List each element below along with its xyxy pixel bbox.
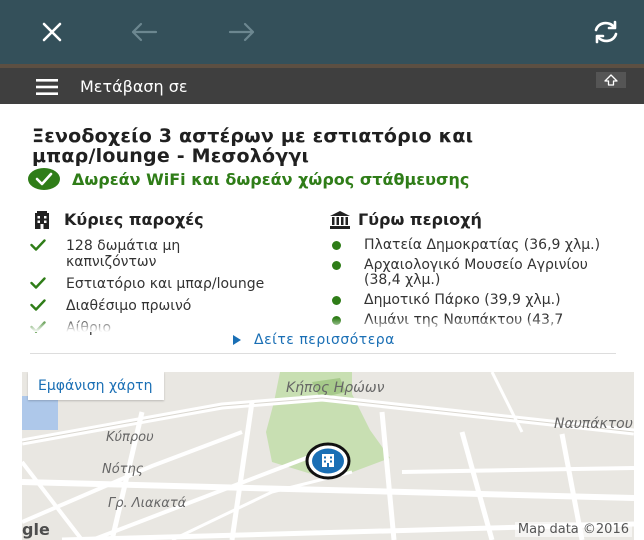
scroll-top-icon[interactable] xyxy=(596,72,626,88)
browser-toolbar xyxy=(0,0,644,64)
hotel-map-marker[interactable] xyxy=(305,442,351,480)
map-label-kipos: Κήπος Ηρώων xyxy=(286,380,385,396)
jump-to-bar[interactable]: Μετάβαση σε xyxy=(0,68,644,104)
poi-text: Αρχαιολογικό Μουσείο Αγρινίου (38,4 χλμ.… xyxy=(364,257,588,288)
hotel-building-icon xyxy=(35,210,49,229)
check-icon xyxy=(30,277,46,289)
show-map-button[interactable]: Εμφάνιση χάρτη xyxy=(28,372,165,400)
surroundings-heading-row: Γύρω περιοχή xyxy=(330,210,482,229)
hotel-overview: Ξενοδοχείο 3 αστέρων με εστιατόριο και μ… xyxy=(0,104,644,540)
bullet-dot xyxy=(332,241,341,250)
close-button[interactable] xyxy=(34,14,70,50)
amenity-item: 128 δωμάτια μη καπνιζόντων xyxy=(28,238,328,270)
wifi-parking-text: Δωρεάν WiFi και δωρεάν χώρος στάθμευσης xyxy=(72,169,470,189)
amenity-text: Διαθέσιμο πρωινό xyxy=(66,298,192,314)
landmark-icon xyxy=(330,210,350,229)
surroundings-heading: Γύρω περιοχή xyxy=(358,210,482,229)
hotel-title: Ξενοδοχείο 3 αστέρων με εστιατόριο και μ… xyxy=(32,125,474,167)
wifi-parking-row: Δωρεάν WiFi και δωρεάν χώρος στάθμευσης xyxy=(28,168,469,190)
refresh-icon xyxy=(594,20,618,44)
poi-text: Πλατεία Δημοκρατίας (36,9 χλμ.) xyxy=(364,237,601,253)
hamburger-icon[interactable] xyxy=(36,79,58,95)
poi-item: Δημοτικό Πάρκο (39,9 χλμ.) xyxy=(328,293,628,308)
check-circle-icon xyxy=(28,168,60,190)
amenity-text: Εστιατόριο και μπαρ/lounge xyxy=(66,276,265,292)
map-label-nafpaktou: Ναυπάκτου xyxy=(554,416,633,432)
caret-right-icon xyxy=(233,335,241,345)
close-icon xyxy=(42,22,62,42)
amenity-text: 128 δωμάτια μη καπνιζόντων xyxy=(66,238,181,270)
check-icon xyxy=(30,299,46,311)
poi-item: Αρχαιολογικό Μουσείο Αγρινίου (38,4 χλμ.… xyxy=(328,258,628,288)
poi-text: Δημοτικό Πάρκο (39,9 χλμ.) xyxy=(364,292,561,308)
poi-item: Πλατεία Δημοκρατίας (36,9 χλμ.) xyxy=(328,238,628,253)
forward-button[interactable] xyxy=(224,14,260,50)
list-fade xyxy=(0,318,644,332)
jump-to-label: Μετάβαση σε xyxy=(80,77,188,96)
bullet-dot xyxy=(332,261,341,270)
bullet-dot xyxy=(332,296,341,305)
back-button[interactable] xyxy=(126,14,162,50)
map-label-notis: Νότης xyxy=(102,462,144,477)
amenities-heading: Κύριες παροχές xyxy=(64,210,204,229)
section-divider xyxy=(30,353,616,354)
google-logo: gle xyxy=(22,520,50,539)
map-preview[interactable]: Εμφάνιση χάρτη Κήπος Ηρώων Ναυπάκτου Κύπ… xyxy=(22,372,634,540)
amenity-item: Διαθέσιμο πρωινό xyxy=(28,298,328,314)
amenity-item: Εστιατόριο και μπαρ/lounge xyxy=(28,276,328,292)
check-icon xyxy=(30,239,46,251)
amenities-heading-row: Κύριες παροχές xyxy=(34,210,204,229)
map-attribution: Map data ©2016 xyxy=(514,522,632,537)
arrow-left-icon xyxy=(131,22,158,42)
refresh-button[interactable] xyxy=(588,14,624,50)
see-more-label: Δείτε περισσότερα xyxy=(254,332,395,348)
see-more-link[interactable]: Δείτε περισσότερα xyxy=(232,332,395,348)
map-label-kyprou: Κύπρου xyxy=(106,430,154,445)
map-label-liakata: Γρ. Λιακατά xyxy=(108,496,187,511)
arrow-right-icon xyxy=(228,22,255,42)
